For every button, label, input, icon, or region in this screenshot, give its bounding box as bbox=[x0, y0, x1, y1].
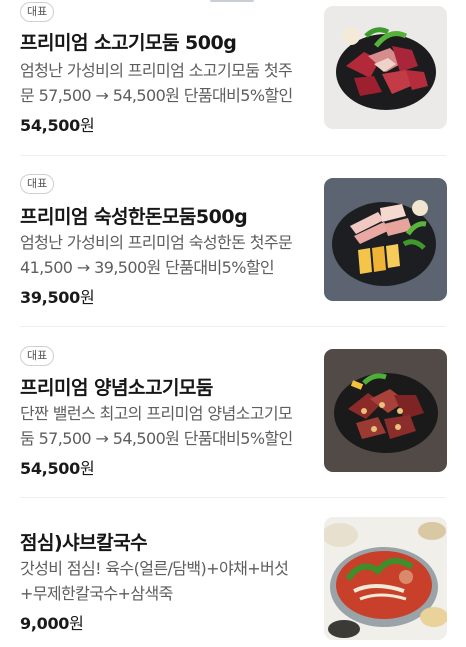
signature-badge: 대표 bbox=[20, 2, 55, 22]
menu-item-description: 갓성비 점심! 육수(얼른/담백)+야채+버섯+무제한칼국수+삼색죽 bbox=[20, 559, 289, 603]
menu-item-name: 프리미엄 숙성한돈모둠500g bbox=[20, 206, 248, 228]
menu-item-description: 엄청난 가성비의 프리미엄 소고기모둠 첫주문 57,500 → 54,500원… bbox=[20, 61, 293, 105]
menu-item[interactable]: 점심)샤브칼국수 갓성비 점심! 육수(얼른/담백)+야채+버섯+무제한칼국수+… bbox=[0, 498, 466, 647]
menu-item-price: 39,500원 bbox=[20, 284, 95, 308]
signature-badge: 대표 bbox=[20, 174, 55, 194]
menu-item-description: 단짠 밸런스 최고의 프리미엄 양념소고기모둠 57,500 → 54,500원… bbox=[20, 404, 293, 448]
pork-platter-photo bbox=[324, 178, 447, 301]
menu-item-name: 프리미엄 소고기모둠 500g bbox=[20, 32, 237, 54]
menu-item[interactable]: 대표 프리미엄 양념소고기모둠 단짠 밸런스 최고의 프리미엄 양념소고기모둠 … bbox=[0, 327, 466, 498]
menu-item[interactable]: 대표 프리미엄 숙성한돈모둠500g 엄청난 가성비의 프리미엄 숙성한돈 첫주… bbox=[0, 156, 466, 327]
beef-platter-photo bbox=[324, 6, 447, 129]
price-currency: 원 bbox=[79, 116, 95, 135]
price-value: 39,500 bbox=[20, 288, 80, 307]
price-currency: 원 bbox=[79, 459, 95, 478]
marinated-beef-platter-photo bbox=[324, 349, 447, 472]
price-value: 54,500 bbox=[20, 116, 80, 135]
price-currency: 원 bbox=[69, 614, 84, 633]
menu-item-description: 엄청난 가성비의 프리미엄 숙성한돈 첫주문 41,500 → 39,500원 … bbox=[20, 233, 293, 277]
menu-item[interactable]: 대표 프리미엄 소고기모둠 500g 엄청난 가성비의 프리미엄 소고기모둠 첫… bbox=[0, 0, 466, 156]
menu-item-price: 9,000원 bbox=[20, 610, 84, 634]
price-value: 54,500 bbox=[20, 459, 80, 478]
shabu-kalguksu-photo bbox=[324, 517, 447, 640]
signature-badge: 대표 bbox=[20, 346, 55, 366]
price-value: 9,000 bbox=[20, 614, 70, 633]
price-currency: 원 bbox=[79, 288, 95, 307]
menu-item-name: 프리미엄 양념소고기모둠 bbox=[20, 377, 213, 399]
menu-item-name: 점심)샤브칼국수 bbox=[20, 532, 148, 554]
menu-item-price: 54,500원 bbox=[20, 112, 95, 136]
menu-item-price: 54,500원 bbox=[20, 455, 95, 479]
